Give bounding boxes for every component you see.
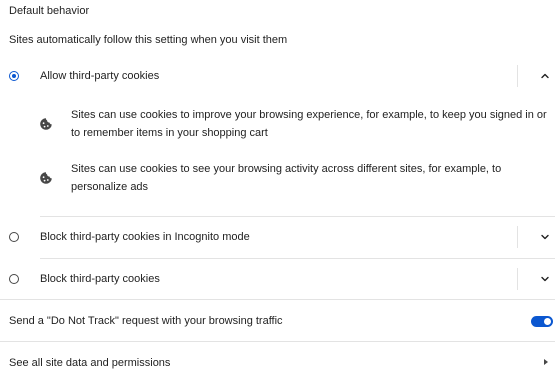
do-not-track-toggle[interactable] [531, 316, 553, 327]
option-label: Allow third-party cookies [40, 70, 160, 82]
row-separator [517, 226, 518, 248]
detail-text: Sites can use cookies to see your browsi… [71, 163, 502, 193]
do-not-track-row[interactable]: Send a "Do Not Track" request with your … [0, 300, 555, 340]
toggle-knob [544, 318, 551, 325]
option-block-incognito[interactable]: Block third-party cookies in Incognito m… [0, 217, 555, 257]
site-data-link-label: See all site data and permissions [9, 357, 171, 369]
site-data-link-row[interactable]: See all site data and permissions [0, 342, 555, 373]
row-separator [517, 65, 518, 87]
option-label: Block third-party cookies [40, 273, 160, 285]
option-allow-third-party-cookies[interactable]: Allow third-party cookies [0, 56, 555, 96]
radio-block-incognito[interactable] [9, 232, 19, 242]
arrow-right-icon[interactable] [544, 359, 548, 365]
detail-text: Sites can use cookies to improve your br… [71, 109, 547, 139]
cookie-icon [40, 118, 52, 130]
do-not-track-label: Send a "Do Not Track" request with your … [9, 315, 283, 327]
chevron-down-icon[interactable] [539, 273, 551, 285]
radio-block-third-party-cookies[interactable] [9, 274, 19, 284]
radio-allow-third-party-cookies[interactable] [9, 71, 19, 81]
section-title: Default behavior [9, 5, 90, 17]
option-label: Block third-party cookies in Incognito m… [40, 231, 250, 243]
row-separator [517, 268, 518, 290]
chevron-down-icon[interactable] [539, 231, 551, 243]
chevron-up-icon[interactable] [539, 70, 551, 82]
section-subtitle: Sites automatically follow this setting … [9, 34, 288, 46]
option-block-third-party-cookies[interactable]: Block third-party cookies [0, 259, 555, 299]
cookie-icon [40, 172, 52, 184]
